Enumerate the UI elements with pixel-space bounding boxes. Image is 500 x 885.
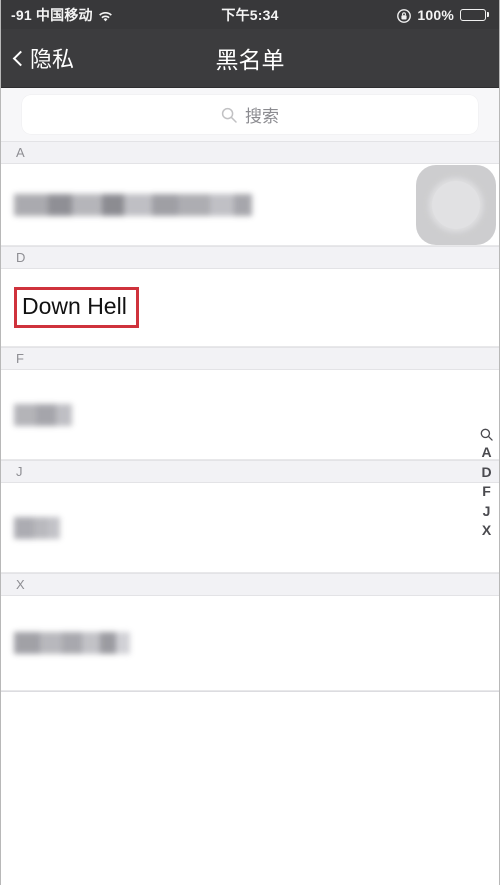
index-letter-d[interactable]: D xyxy=(481,464,491,482)
status-bar-left: -91 中国移动 xyxy=(11,5,250,25)
page-title: 黑名单 xyxy=(215,47,285,73)
redacted-contact-name xyxy=(14,193,252,216)
blacklist-contact-list[interactable]: A D Down Hell F J X xyxy=(1,141,499,885)
section-index-bar[interactable]: A D F J X xyxy=(480,428,493,540)
phone-screen: -91 中国移动 下午5:34 100% 隐私 黑名单 搜索 A D Down … xyxy=(0,0,500,885)
carrier-label: -91 中国移动 xyxy=(11,6,93,23)
list-item[interactable] xyxy=(1,370,499,460)
section-header-a: A xyxy=(1,141,499,164)
back-button-label: 隐私 xyxy=(30,47,75,72)
list-item[interactable]: Down Hell xyxy=(1,269,499,347)
redacted-contact-name xyxy=(14,516,60,539)
assistive-touch-icon[interactable] xyxy=(416,165,496,245)
search-icon[interactable] xyxy=(480,428,493,441)
search-icon xyxy=(221,107,237,123)
contact-name-down-hell: Down Hell xyxy=(14,287,139,328)
battery-percent-label: 100% xyxy=(417,6,454,23)
redacted-contact-name xyxy=(14,403,72,426)
assistive-touch-inner-circle xyxy=(432,181,480,229)
battery-full-icon xyxy=(460,8,489,21)
wifi-icon xyxy=(98,10,113,22)
section-header-x: X xyxy=(1,573,499,596)
status-bar: -91 中国移动 下午5:34 100% xyxy=(1,0,499,29)
chevron-left-icon xyxy=(12,50,29,66)
rotation-lock-icon xyxy=(397,8,412,23)
redacted-contact-name xyxy=(14,632,130,654)
search-placeholder: 搜索 xyxy=(245,107,279,126)
search-input[interactable]: 搜索 xyxy=(22,95,478,134)
status-bar-right: 100% xyxy=(250,7,489,23)
index-letter-f[interactable]: F xyxy=(482,483,491,501)
navigation-bar: 隐私 黑名单 xyxy=(1,29,499,88)
search-bar-container: 搜索 xyxy=(1,88,499,141)
section-header-d: D xyxy=(1,246,499,269)
section-header-j: J xyxy=(1,460,499,483)
list-end-divider xyxy=(1,691,499,692)
index-letter-a[interactable]: A xyxy=(481,444,491,462)
section-header-f: F xyxy=(1,347,499,370)
back-button[interactable]: 隐私 xyxy=(12,42,75,74)
index-letter-x[interactable]: X xyxy=(482,522,491,540)
list-item[interactable] xyxy=(1,596,499,691)
list-item[interactable] xyxy=(1,483,499,573)
index-letter-j[interactable]: J xyxy=(483,503,491,521)
